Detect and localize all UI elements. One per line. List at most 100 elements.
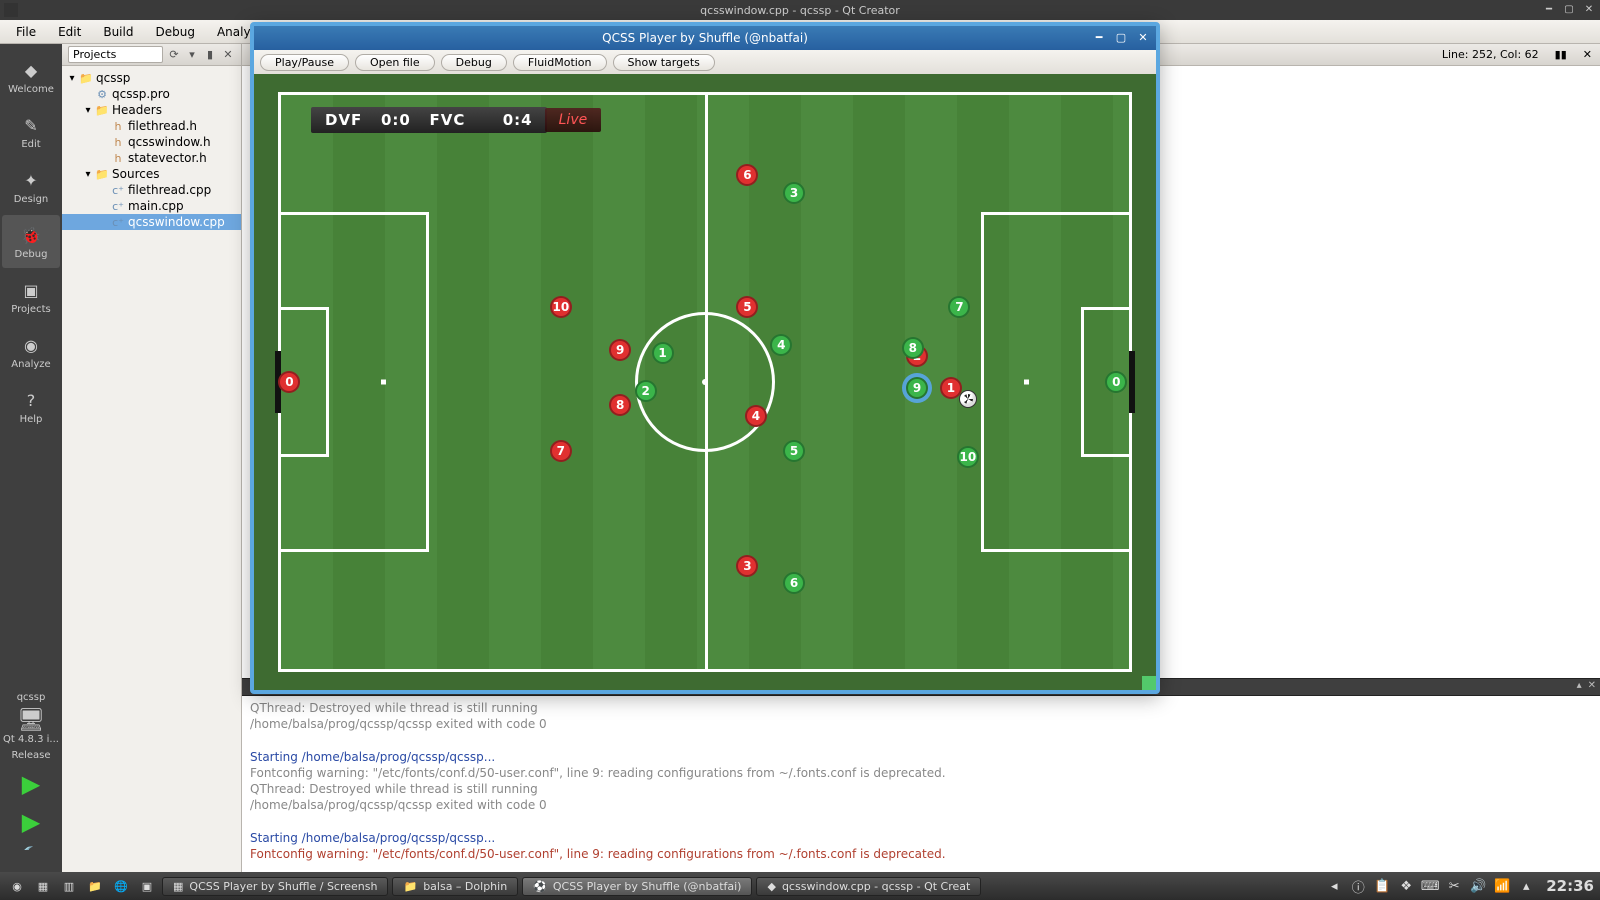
tray-network-icon[interactable]: 📶 (1494, 878, 1510, 894)
output-expand-icon[interactable]: ▴ (1577, 680, 1582, 691)
sync-icon[interactable]: ⟳ (167, 48, 181, 62)
projects-combo[interactable]: Projects (68, 46, 163, 63)
green-player-3[interactable]: 3 (783, 182, 805, 204)
kit-project_label[interactable]: qcssp (17, 692, 46, 704)
kit-build_label[interactable]: Release (11, 750, 50, 762)
green-player-6[interactable]: 6 (783, 572, 805, 594)
editor-close-icon[interactable]: ✕ (1583, 48, 1592, 61)
sidebar-help[interactable]: ?Help (2, 380, 60, 433)
close-icon[interactable]: ✕ (1582, 2, 1596, 16)
tree-item-statevector-h[interactable]: hstatevector.h (62, 150, 241, 166)
output-close-icon[interactable]: ✕ (1588, 680, 1596, 691)
qcss-player-window[interactable]: QCSS Player by Shuffle (@nbatfai) ━ ▢ ✕ … (250, 22, 1160, 694)
projects-panel: Projects ⟳ ▾ ▮ ✕ ▾📁qcssp⚙qcssp.pro▾📁Head… (62, 44, 242, 872)
player-maximize-icon[interactable]: ▢ (1112, 28, 1130, 46)
browser-icon[interactable]: 🌐 (110, 875, 132, 897)
tray-info-icon[interactable]: ⓘ (1350, 878, 1366, 894)
target-icon[interactable]: 🖥 (17, 708, 45, 732)
player-close-icon[interactable]: ✕ (1134, 28, 1152, 46)
tree-label: main.cpp (128, 199, 184, 213)
tree-item-filethread-h[interactable]: hfilethread.h (62, 118, 241, 134)
task-qcsswindow.cpp[interactable]: ◆qcsswindow.cpp - qcssp - Qt Creat (756, 877, 981, 896)
filter-icon[interactable]: ▾ (185, 48, 199, 62)
sidebar-projects[interactable]: ▣Projects (2, 270, 60, 323)
editor-split-icon[interactable]: ▮▮ (1555, 48, 1567, 61)
menu-build[interactable]: Build (93, 23, 143, 41)
minimize-icon[interactable]: ━ (1542, 2, 1556, 16)
tree-item-filethread-cpp[interactable]: c⁺filethread.cpp (62, 182, 241, 198)
green-player-0[interactable]: 0 (1105, 371, 1127, 393)
soccer-field[interactable]: DVF 0:0 FVC 0:4 Live 0107986543210123456… (278, 92, 1132, 672)
green-player-8[interactable]: 8 (902, 337, 924, 359)
run-button[interactable]: ▶ (22, 770, 40, 798)
tree-item-Headers[interactable]: ▾📁Headers (62, 102, 241, 118)
green-player-5[interactable]: 5 (783, 440, 805, 462)
red-player-9[interactable]: 9 (609, 339, 631, 361)
player-btn-show-targets[interactable]: Show targets (613, 54, 715, 71)
kit-kit_label[interactable]: Qt 4.8.3 i... (3, 734, 59, 746)
taskbar: ◉ ▦ ▥ 📁 🌐 ▣ ▦QCSS Player by Shuffle / Sc… (0, 872, 1600, 900)
red-player-5[interactable]: 5 (736, 296, 758, 318)
close-panel-icon[interactable]: ✕ (221, 48, 235, 62)
output-line: Fontconfig warning: "/etc/fonts/conf.d/5… (250, 765, 1592, 781)
tray-klipper-icon[interactable]: 📋 (1374, 878, 1390, 894)
menu-edit[interactable]: Edit (48, 23, 91, 41)
player-btn-play-pause[interactable]: Play/Pause (260, 54, 349, 71)
tree-item-qcsswindow-h[interactable]: hqcsswindow.h (62, 134, 241, 150)
menu-file[interactable]: File (6, 23, 46, 41)
green-player-10[interactable]: 10 (957, 446, 979, 468)
tree-item-qcssp[interactable]: ▾📁qcssp (62, 70, 241, 86)
red-player-4[interactable]: 4 (745, 405, 767, 427)
sidebar-design[interactable]: ✦Design (2, 160, 60, 213)
tray-app-icon[interactable]: ❖ (1398, 878, 1414, 894)
player-btn-debug[interactable]: Debug (441, 54, 507, 71)
tray-chevron-icon[interactable]: ◂ (1326, 878, 1342, 894)
red-player-3[interactable]: 3 (736, 555, 758, 577)
resize-grip[interactable] (1142, 676, 1156, 690)
split-icon[interactable]: ▮ (203, 48, 217, 62)
task-balsa[interactable]: 📁balsa – Dolphin (392, 877, 518, 896)
player-btn-open-file[interactable]: Open file (355, 54, 435, 71)
clock[interactable]: 22:36 (1546, 877, 1594, 895)
sidebar-analyze[interactable]: ◉Analyze (2, 325, 60, 378)
player-titlebar[interactable]: QCSS Player by Shuffle (@nbatfai) ━ ▢ ✕ (254, 26, 1156, 50)
app-icon[interactable]: ▣ (136, 875, 158, 897)
tree-item-Sources[interactable]: ▾📁Sources (62, 166, 241, 182)
application-output[interactable]: QThread: Destroyed while thread is still… (242, 696, 1600, 872)
green-player-2[interactable]: 2 (635, 380, 657, 402)
red-player-6[interactable]: 6 (736, 164, 758, 186)
sidebar-label: Projects (11, 304, 50, 315)
ball[interactable] (959, 390, 977, 408)
player-btn-fluidmotion[interactable]: FluidMotion (513, 54, 607, 71)
run-debug-button[interactable]: ▶ (22, 808, 40, 836)
green-player-4[interactable]: 4 (770, 334, 792, 356)
sidebar-edit[interactable]: ✎Edit (2, 105, 60, 158)
tree-item-main-cpp[interactable]: c⁺main.cpp (62, 198, 241, 214)
tray-notify-icon[interactable]: ▴ (1518, 878, 1534, 894)
sidebar-debug[interactable]: 🐞Debug (2, 215, 60, 268)
sidebar-welcome[interactable]: ◆Welcome (2, 50, 60, 103)
red-player-10[interactable]: 10 (550, 296, 572, 318)
activity-icon[interactable]: ▦ (32, 875, 54, 897)
green-player-9[interactable]: 9 (906, 377, 928, 399)
files-icon[interactable]: ▥ (58, 875, 80, 897)
tree-item-qcssp-pro[interactable]: ⚙qcssp.pro (62, 86, 241, 102)
tray-keyboard-icon[interactable]: ⌨ (1422, 878, 1438, 894)
system-tray: ◂ ⓘ 📋 ❖ ⌨ ✂ 🔊 📶 ▴ (1326, 878, 1534, 894)
task-qcss[interactable]: ▦QCSS Player by Shuffle / Screensh (162, 877, 388, 896)
tree-item-qcsswindow-cpp[interactable]: c⁺qcsswindow.cpp (62, 214, 241, 230)
red-player-8[interactable]: 8 (609, 394, 631, 416)
player-minimize-icon[interactable]: ━ (1090, 28, 1108, 46)
red-player-7[interactable]: 7 (550, 440, 572, 462)
dolphin-icon[interactable]: 📁 (84, 875, 106, 897)
green-player-7[interactable]: 7 (948, 296, 970, 318)
task-qcss[interactable]: ⚽QCSS Player by Shuffle (@nbatfai) (522, 877, 752, 896)
maximize-icon[interactable]: ▢ (1562, 2, 1576, 16)
tray-volume-icon[interactable]: 🔊 (1470, 878, 1486, 894)
kickoff-icon[interactable]: ◉ (6, 875, 28, 897)
project-tree[interactable]: ▾📁qcssp⚙qcssp.pro▾📁Headershfilethread.hh… (62, 66, 241, 872)
red-player-0[interactable]: 0 (278, 371, 300, 393)
menu-debug[interactable]: Debug (145, 23, 204, 41)
tray-clipboard-icon[interactable]: ✂ (1446, 878, 1462, 894)
green-player-1[interactable]: 1 (652, 342, 674, 364)
